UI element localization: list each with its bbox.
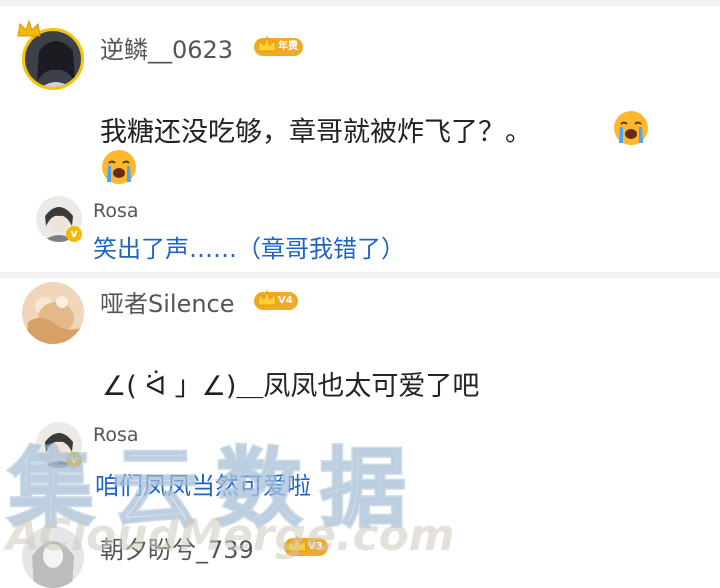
crying-emoji-icon xyxy=(614,111,648,145)
badge-label: V4 xyxy=(278,295,293,306)
member-badge: 年费 xyxy=(254,35,303,56)
crown-icon xyxy=(17,20,41,37)
crown-icon xyxy=(287,535,307,552)
verified-v-icon: v xyxy=(66,226,82,242)
badge-label: 年费 xyxy=(278,41,298,52)
username[interactable]: 逆鳞__0623 xyxy=(100,30,233,65)
badge-label: V3 xyxy=(308,541,323,552)
username[interactable]: 朝夕盼兮_739 xyxy=(100,530,254,565)
username[interactable]: Rosa xyxy=(93,200,139,222)
avatar[interactable] xyxy=(22,282,84,344)
level-badge: V3 xyxy=(284,535,328,556)
username[interactable]: 哑者Silence xyxy=(100,284,235,319)
reply-text: 咱们凤凤当然可爱啦 xyxy=(95,472,311,500)
verified-v-icon: v xyxy=(66,452,82,468)
comment-text: ∠( ᐛ 」∠)＿凤凤也太可爱了吧 xyxy=(102,371,480,402)
crown-icon xyxy=(257,289,277,306)
level-badge: V4 xyxy=(254,289,298,310)
reply-text: 笑出了声……（章哥我错了） xyxy=(93,235,405,263)
crown-icon xyxy=(257,35,277,52)
comment-text: 我糖还没吃够，章哥就被炸飞了？。 xyxy=(100,117,532,148)
avatar[interactable] xyxy=(22,526,84,588)
divider xyxy=(0,272,720,278)
crying-emoji-icon xyxy=(102,150,136,184)
top-border xyxy=(0,0,720,6)
username[interactable]: Rosa xyxy=(93,424,139,446)
